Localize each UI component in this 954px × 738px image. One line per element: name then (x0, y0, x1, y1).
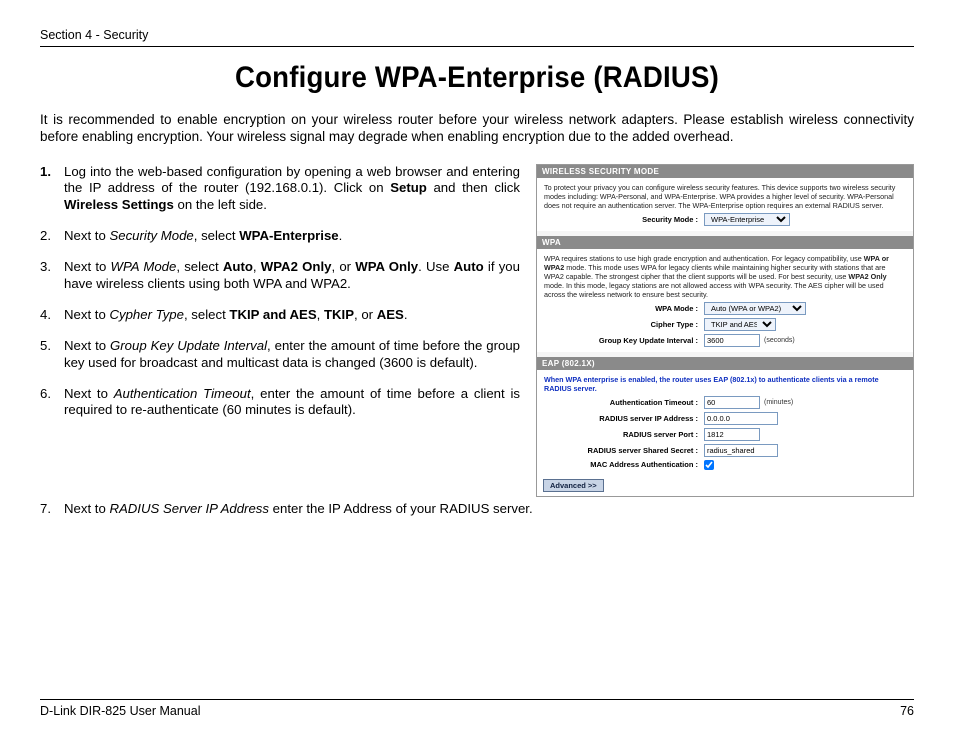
text-italic: Cypher Type (109, 307, 184, 322)
unit-minutes: (minutes) (764, 399, 793, 406)
text: Next to (64, 259, 111, 274)
content-row: 1. Log into the web-based configuration … (40, 164, 914, 497)
step-number: 4. (40, 307, 64, 324)
text-bold: Wireless Settings (64, 197, 174, 212)
label-radius-secret: RADIUS server Shared Secret : (544, 446, 704, 455)
text-italic: Group Key Update Interval (110, 338, 267, 353)
advanced-button[interactable]: Advanced >> (543, 479, 604, 492)
footer: D-Link DIR-825 User Manual 76 (40, 699, 914, 718)
intro-paragraph: It is recommended to enable encryption o… (40, 111, 914, 146)
select-wpa-mode[interactable]: Auto (WPA or WPA2) (704, 302, 806, 315)
input-radius-port[interactable] (704, 428, 760, 441)
text: , or (331, 259, 355, 274)
router-config-panel: WIRELESS SECURITY MODE To protect your p… (536, 164, 914, 497)
text: , select (184, 307, 229, 322)
label-radius-ip: RADIUS server IP Address : (544, 414, 704, 423)
divider-bottom (40, 699, 914, 700)
panel-bar-wpa: WPA (537, 236, 913, 249)
input-radius-secret[interactable] (704, 444, 778, 457)
step-number: 7. (40, 501, 64, 518)
panel-desc-eap: When WPA enterprise is enabled, the rout… (544, 375, 906, 393)
step-number: 1. (40, 164, 64, 215)
text: Next to (64, 386, 114, 401)
step-number: 2. (40, 228, 64, 245)
text-bold: Auto (223, 259, 253, 274)
text: , (317, 307, 324, 322)
step-5: 5. Next to Group Key Update Interval, en… (40, 338, 520, 372)
select-cipher-type[interactable]: TKIP and AES (704, 318, 776, 331)
step-body: Next to Cypher Type, select TKIP and AES… (64, 307, 520, 324)
step-body: Next to Group Key Update Interval, enter… (64, 338, 520, 372)
checkbox-mac-auth[interactable] (704, 460, 714, 470)
text: , or (354, 307, 377, 322)
text: , select (194, 228, 239, 243)
label-cipher-type: Cipher Type : (544, 320, 704, 329)
text: Next to (64, 228, 109, 243)
text: . Use (418, 259, 454, 274)
divider-top (40, 46, 914, 47)
text-italic: Authentication Timeout (114, 386, 251, 401)
text: and then click (427, 180, 520, 195)
input-auth-timeout[interactable] (704, 396, 760, 409)
panel-bar-wireless-security: WIRELESS SECURITY MODE (537, 165, 913, 178)
step-body: Next to WPA Mode, select Auto, WPA2 Only… (64, 259, 520, 293)
step-number: 3. (40, 259, 64, 293)
page-title: Configure WPA-Enterprise (RADIUS) (75, 61, 879, 95)
text-italic: WPA Mode (111, 259, 177, 274)
step-2: 2. Next to Security Mode, select WPA-Ent… (40, 228, 520, 245)
text: , (253, 259, 261, 274)
label-auth-timeout: Authentication Timeout : (544, 398, 704, 407)
text-bold: AES (377, 307, 404, 322)
text-bold: WPA Only (355, 259, 418, 274)
step-number: 6. (40, 386, 64, 420)
step-body: Log into the web-based configuration by … (64, 164, 520, 215)
text-bold: WPA-Enterprise (239, 228, 338, 243)
text: . (339, 228, 343, 243)
text-bold: WPA2 Only (261, 259, 332, 274)
panel-bar-eap: EAP (802.1X) (537, 357, 913, 370)
input-group-key[interactable] (704, 334, 760, 347)
step-body: Next to Authentication Timeout, enter th… (64, 386, 520, 420)
step-body: Next to RADIUS Server IP Address enter t… (64, 501, 914, 518)
text-bold: Setup (390, 180, 427, 195)
footer-page-number: 76 (900, 704, 914, 718)
text-italic: Security Mode (109, 228, 193, 243)
text: , select (176, 259, 223, 274)
step-number: 5. (40, 338, 64, 372)
step-3: 3. Next to WPA Mode, select Auto, WPA2 O… (40, 259, 520, 293)
text: enter the IP Address of your RADIUS serv… (269, 501, 533, 516)
section-header: Section 4 - Security (40, 28, 914, 42)
step-7: 7. Next to RADIUS Server IP Address ente… (40, 501, 914, 518)
steps-column: 1. Log into the web-based configuration … (40, 164, 520, 434)
label-radius-port: RADIUS server Port : (544, 430, 704, 439)
step-6: 6. Next to Authentication Timeout, enter… (40, 386, 520, 420)
panel-desc-wpa: WPA requires stations to use high grade … (544, 254, 906, 299)
label-group-key: Group Key Update Interval : (544, 336, 704, 345)
text: on the left side. (174, 197, 267, 212)
step-4: 4. Next to Cypher Type, select TKIP and … (40, 307, 520, 324)
panel-desc-wireless: To protect your privacy you can configur… (544, 183, 906, 210)
step-body: Next to Security Mode, select WPA-Enterp… (64, 228, 520, 245)
label-security-mode: Security Mode : (544, 215, 704, 224)
text-bold: TKIP and AES (229, 307, 316, 322)
text: Next to (64, 501, 109, 516)
text-italic: RADIUS Server IP Address (109, 501, 269, 516)
label-wpa-mode: WPA Mode : (544, 304, 704, 313)
select-security-mode[interactable]: WPA-Enterprise (704, 213, 790, 226)
text: Next to (64, 307, 109, 322)
text: . (404, 307, 408, 322)
text-bold: Auto (454, 259, 484, 274)
text-bold: TKIP (324, 307, 354, 322)
text: Next to (64, 338, 110, 353)
footer-manual-name: D-Link DIR-825 User Manual (40, 704, 200, 718)
label-mac-auth: MAC Address Authentication : (544, 460, 704, 469)
input-radius-ip[interactable] (704, 412, 778, 425)
step-1: 1. Log into the web-based configuration … (40, 164, 520, 215)
unit-seconds: (seconds) (764, 337, 795, 344)
